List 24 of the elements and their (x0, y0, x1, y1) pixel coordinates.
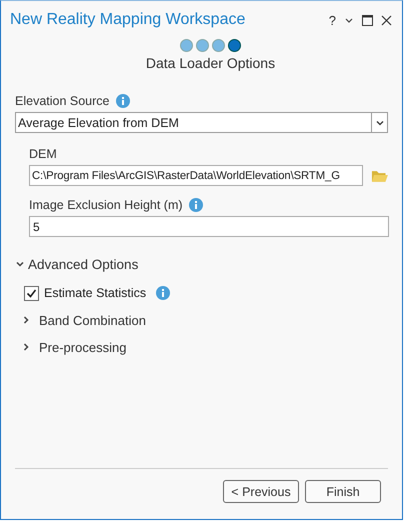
field-label: Image Exclusion Height (m) (29, 198, 183, 212)
close-icon[interactable] (381, 14, 392, 26)
height-field[interactable]: 5 (29, 216, 389, 237)
section-header[interactable]: Band Combination (39, 312, 146, 328)
finish-button[interactable]: Finish (305, 480, 381, 503)
chevron-right-icon[interactable] (21, 342, 31, 352)
chevron-down-icon[interactable] (15, 259, 25, 269)
section-header[interactable]: Advanced Options (28, 256, 138, 272)
previous-button[interactable]: < Previous (223, 480, 299, 503)
page-title: Data Loader Options (144, 55, 276, 71)
info-icon[interactable] (156, 286, 170, 300)
help-button[interactable]: ? (328, 12, 336, 28)
checkbox[interactable] (24, 286, 39, 300)
checkbox-label: Estimate Statistics (44, 286, 146, 300)
info-icon[interactable] (116, 94, 130, 108)
maximize-icon[interactable] (362, 14, 373, 26)
field-label: DEM (29, 147, 57, 161)
chevron-right-icon[interactable] (21, 315, 31, 325)
window-title: New Reality Mapping Workspace (10, 11, 246, 29)
path-field[interactable]: C:\Program Files\ArcGIS\RasterData\WorldElevation\SRTM_G (29, 165, 363, 186)
section-header[interactable]: Pre-processing (39, 340, 126, 354)
info-icon[interactable] (188, 198, 203, 212)
field-label: Elevation Source (15, 94, 110, 108)
dropdown-field[interactable]: Average Elevation from DEM (15, 112, 388, 133)
